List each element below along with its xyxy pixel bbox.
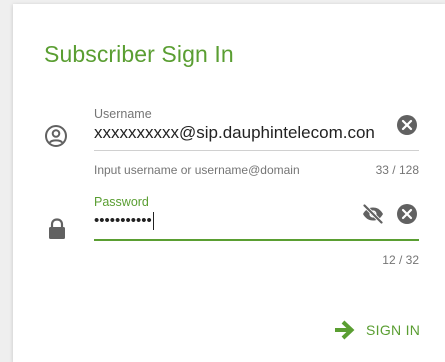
dialog-title: Subscriber Sign In	[44, 41, 234, 67]
username-input[interactable]: xxxxxxxxxx@sip.dauphintelecom.con	[94, 123, 394, 143]
close-circle-icon	[397, 115, 417, 135]
lock-icon	[47, 217, 71, 241]
sign-in-card: Subscriber Sign In Username xxxxxxxxxx@s…	[13, 4, 445, 362]
password-underline	[94, 239, 419, 241]
account-circle-icon	[44, 124, 68, 148]
username-hint: Input username or username@domain	[94, 163, 300, 177]
clear-username-button[interactable]	[396, 114, 418, 136]
eye-off-icon	[363, 204, 383, 224]
password-input[interactable]: •••••••••••	[94, 212, 354, 231]
clear-password-button[interactable]	[396, 203, 418, 225]
username-counter: 33 / 128	[375, 163, 419, 177]
password-value: •••••••••••	[94, 212, 152, 229]
username-underline	[94, 150, 419, 151]
password-label: Password	[94, 195, 149, 209]
toggle-password-visibility-button[interactable]	[361, 203, 385, 225]
close-circle-icon	[397, 204, 417, 224]
sign-in-label: SIGN IN	[366, 322, 421, 338]
sign-in-button[interactable]: SIGN IN	[333, 316, 420, 344]
username-field[interactable]: Username xxxxxxxxxx@sip.dauphintelecom.c…	[94, 104, 419, 184]
password-counter: 12 / 32	[382, 253, 419, 267]
username-label: Username	[94, 107, 152, 121]
arrow-right-icon	[335, 320, 355, 340]
text-caret	[152, 212, 155, 231]
